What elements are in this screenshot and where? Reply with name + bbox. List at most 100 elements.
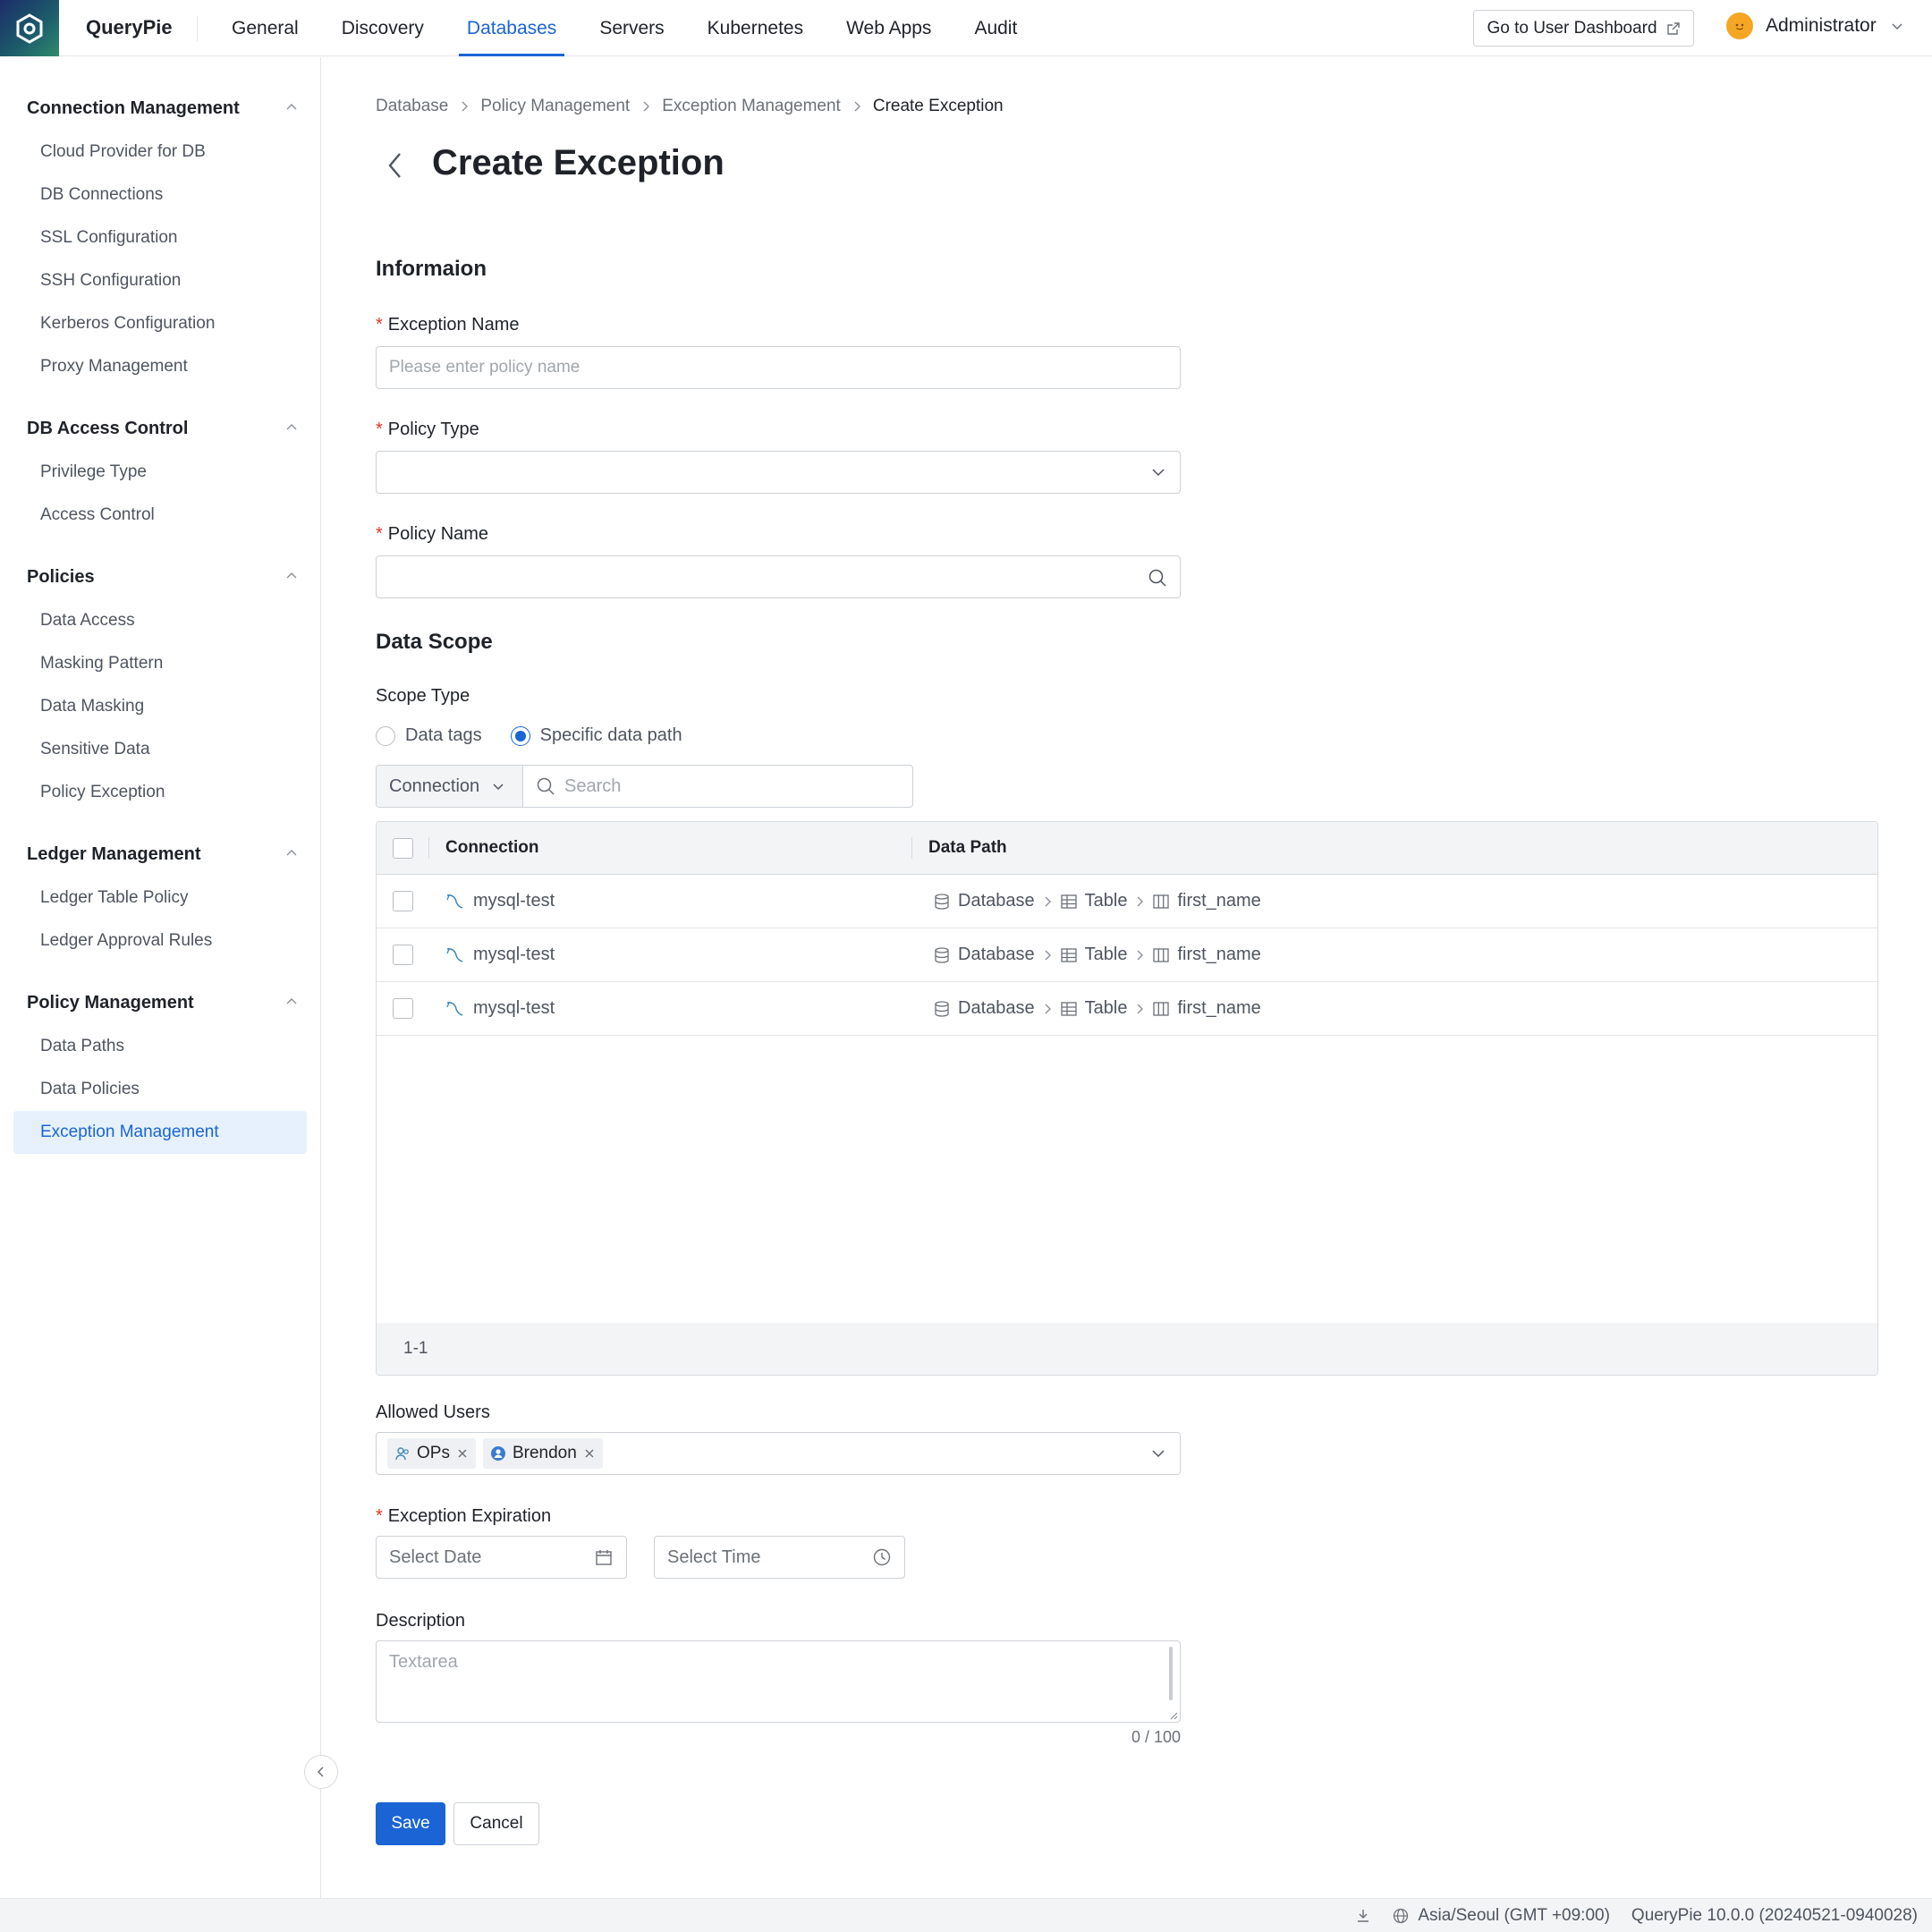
save-button[interactable]: Save	[376, 1802, 445, 1845]
policy-type-select[interactable]	[376, 451, 1181, 494]
search-icon	[537, 777, 555, 795]
user-menu[interactable]: Administrator	[1726, 13, 1905, 39]
nav-audit[interactable]: Audit	[957, 0, 1034, 56]
path-column: first_name	[1177, 891, 1261, 911]
nav-general[interactable]: General	[215, 0, 316, 56]
chevron-right-icon	[1045, 1004, 1051, 1013]
data-path-cell: Database Table first_name	[911, 891, 1877, 911]
sidebar-item-data-paths[interactable]: Data Paths	[13, 1025, 307, 1068]
back-button[interactable]	[385, 148, 406, 187]
nav-kubernetes[interactable]: Kubernetes	[691, 0, 820, 56]
mysql-icon	[446, 947, 463, 962]
close-icon[interactable]	[583, 1447, 596, 1460]
breadcrumb-exception-management[interactable]: Exception Management	[662, 97, 841, 116]
sidebar-item-sensitive-data[interactable]: Sensitive Data	[13, 728, 307, 771]
chevron-right-icon	[1137, 1004, 1144, 1013]
radio-specific-data-path[interactable]	[510, 725, 530, 746]
sidebar-item-privilege-type[interactable]: Privilege Type	[13, 451, 307, 494]
user-icon	[490, 1446, 505, 1461]
sidebar-item-kerberos-configuration[interactable]: Kerberos Configuration	[13, 302, 307, 345]
dashboard-button-label: Go to User Dashboard	[1487, 18, 1657, 38]
chevron-up-icon	[286, 998, 297, 1004]
textarea-scrollbar[interactable]	[1169, 1647, 1173, 1700]
breadcrumb-database[interactable]: Database	[376, 97, 448, 116]
search-icon[interactable]	[1148, 568, 1167, 588]
sidebar-item-masking-pattern[interactable]: Masking Pattern	[13, 642, 307, 685]
radio-specific-data-path-label[interactable]: Specific data path	[540, 725, 682, 746]
sidebar-item-access-control[interactable]: Access Control	[13, 494, 307, 537]
radio-data-tags-label[interactable]: Data tags	[405, 725, 482, 746]
calendar-icon	[596, 1550, 612, 1565]
chevron-up-icon	[286, 424, 297, 430]
sidebar-item-db-connections[interactable]: DB Connections	[13, 174, 307, 216]
filter-search-input[interactable]: Search	[523, 766, 912, 807]
exception-name-input[interactable]: Please enter policy name	[376, 346, 1181, 389]
nav-databases[interactable]: Databases	[450, 0, 573, 56]
chevron-right-icon	[462, 101, 469, 112]
breadcrumb-policy-management[interactable]: Policy Management	[480, 97, 630, 116]
date-picker-input[interactable]: Select Date	[376, 1536, 627, 1579]
column-header-data-path[interactable]: Data Path	[912, 838, 1877, 858]
radio-data-tags[interactable]	[376, 725, 395, 746]
path-database: Database	[958, 945, 1035, 964]
querypie-logo[interactable]	[0, 0, 59, 56]
character-counter: 0 / 100	[1131, 1728, 1181, 1746]
row-checkbox[interactable]	[392, 998, 413, 1019]
nav-web-apps[interactable]: Web Apps	[829, 0, 948, 56]
sidebar-group-header[interactable]: DB Access Control	[0, 406, 320, 451]
select-all-checkbox[interactable]	[392, 837, 413, 859]
chevron-up-icon	[286, 572, 297, 579]
close-icon[interactable]	[456, 1447, 469, 1460]
required-mark: *	[376, 1506, 383, 1526]
nav-discovery[interactable]: Discovery	[325, 0, 441, 56]
policy-name-search-input[interactable]	[376, 555, 1181, 598]
mysql-icon	[446, 894, 463, 909]
sidebar-item-exception-management[interactable]: Exception Management	[13, 1111, 307, 1154]
sidebar-item-ssh-configuration[interactable]: SSH Configuration	[13, 259, 307, 302]
allowed-users-select[interactable]: OPs Brendon	[376, 1432, 1181, 1475]
main-nav: General Discovery Databases Servers Kube…	[215, 0, 1043, 56]
sidebar-item-policy-exception[interactable]: Policy Exception	[13, 771, 307, 814]
sidebar-item-data-policies[interactable]: Data Policies	[13, 1068, 307, 1111]
sidebar-group-header[interactable]: Ledger Management	[0, 832, 320, 877]
sidebar-item-proxy-management[interactable]: Proxy Management	[13, 345, 307, 388]
cancel-button[interactable]: Cancel	[453, 1802, 539, 1845]
section-title-information: Informaion	[376, 257, 487, 281]
time-placeholder: Select Time	[667, 1546, 761, 1567]
resize-handle-icon[interactable]	[1167, 1709, 1178, 1720]
timezone-text: Asia/Seoul (GMT +09:00)	[1418, 1905, 1610, 1925]
sidebar-item-ledger-approval-rules[interactable]: Ledger Approval Rules	[13, 919, 307, 962]
column-header-connection[interactable]: Connection	[429, 838, 911, 858]
download-icon[interactable]	[1355, 1908, 1371, 1924]
sidebar-group-header[interactable]: Policies	[0, 555, 320, 599]
globe-icon	[1394, 1908, 1409, 1923]
timezone-selector[interactable]: Asia/Seoul (GMT +09:00)	[1393, 1906, 1610, 1926]
sidebar-item-data-access[interactable]: Data Access	[13, 599, 307, 642]
table-row[interactable]: mysql-test Database Table first_name	[377, 875, 1877, 928]
filter-type-select[interactable]: Connection	[377, 766, 523, 807]
sidebar-group-title: Ledger Management	[27, 843, 201, 864]
row-checkbox[interactable]	[392, 891, 413, 911]
expiration-label: * Exception Expiration	[376, 1506, 551, 1527]
path-table: Table	[1084, 998, 1128, 1018]
table-row[interactable]: mysql-test Database Table first_name	[377, 982, 1877, 1036]
sidebar-item-ssl-configuration[interactable]: SSL Configuration	[13, 216, 307, 259]
go-to-user-dashboard-button[interactable]: Go to User Dashboard	[1473, 10, 1694, 47]
sidebar-item-data-masking[interactable]: Data Masking	[13, 685, 307, 728]
nav-servers[interactable]: Servers	[582, 0, 681, 56]
connection-cell: mysql-test	[428, 891, 911, 911]
table-icon	[1060, 947, 1077, 962]
sidebar-item-cloud-provider[interactable]: Cloud Provider for DB	[13, 131, 307, 174]
row-checkbox[interactable]	[392, 945, 413, 965]
external-link-icon	[1666, 21, 1680, 35]
table-row[interactable]: mysql-test Database Table first_name	[377, 928, 1877, 982]
breadcrumb: Database Policy Management Exception Man…	[376, 97, 1004, 116]
sidebar-group-header[interactable]: Policy Management	[0, 980, 320, 1025]
sidebar-group-ledger-management: Ledger Management Ledger Table Policy Le…	[0, 832, 320, 962]
sidebar-group-header[interactable]: Connection Management	[0, 86, 320, 131]
sidebar-item-ledger-table-policy[interactable]: Ledger Table Policy	[13, 877, 307, 919]
time-picker-input[interactable]: Select Time	[654, 1536, 905, 1579]
table-pagination: 1-1	[377, 1323, 1877, 1375]
page-title: Create Exception	[432, 143, 724, 182]
description-textarea[interactable]: Textarea	[376, 1640, 1181, 1723]
